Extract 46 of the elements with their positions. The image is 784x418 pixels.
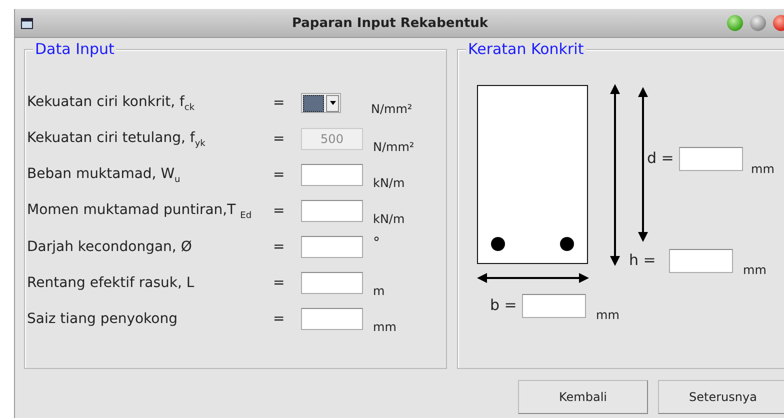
field-label: Rentang efektif rasuk, L [27,275,196,291]
caret-icon [330,101,336,105]
unit-label: ° [373,235,380,251]
equals-sign: = [273,275,286,291]
field-label: Beban muktamad, W$_{u}$ [27,166,182,184]
rebar-dot [560,237,574,251]
equals-sign: = [273,203,286,219]
equals-sign: = [273,131,286,147]
input-field[interactable] [669,249,733,273]
unit-label: mm [596,308,620,322]
input-field[interactable] [301,272,363,294]
equals-sign: = [273,311,286,327]
window-title: Paparan Input Rekabentuk [290,16,490,30]
unit-label: m [373,284,385,298]
rebar-dot [491,237,505,251]
zoom-button[interactable] [727,15,743,31]
color-dropdown[interactable] [301,93,341,113]
equals-sign: = [273,95,286,111]
window-icon [21,18,33,28]
input-field[interactable] [679,147,743,171]
nav-button[interactable]: Seterusnya [658,380,784,414]
field-label: Darjah kecondongan, Ø [27,239,193,255]
field-label: Kekuatan ciri tetulang, f$_{yk}$ [27,130,206,148]
input-field[interactable] [522,294,586,318]
field-label: Kekuatan ciri konkrit, f$_{ck}$ [27,94,196,112]
field-label: Saiz tiang penyokong [27,311,178,327]
input-field[interactable] [301,308,363,330]
unit-label: N/mm² [371,102,412,116]
field-label: Momen muktamad puntiran,T $_{Ed}$ [27,202,253,220]
input-field[interactable] [301,200,363,222]
dimension-label: h = [629,251,656,269]
unit-label: mm [743,263,766,277]
dimension-label: b = [490,296,517,314]
equals-sign: = [273,239,286,255]
input-field[interactable] [301,164,363,186]
equals-sign: = [273,167,286,183]
unit-label: N/mm² [373,140,414,154]
minimize-button[interactable] [750,15,766,31]
unit-label: mm [751,162,774,176]
unit-label: kN/m [373,212,405,226]
nav-button[interactable]: Kembali [518,380,648,414]
unit-label: kN/m [373,176,405,190]
unit-label: mm [373,320,396,334]
group-title: Data Input [33,40,116,58]
dimension-label: d = [647,149,674,167]
input-field[interactable] [301,236,363,258]
